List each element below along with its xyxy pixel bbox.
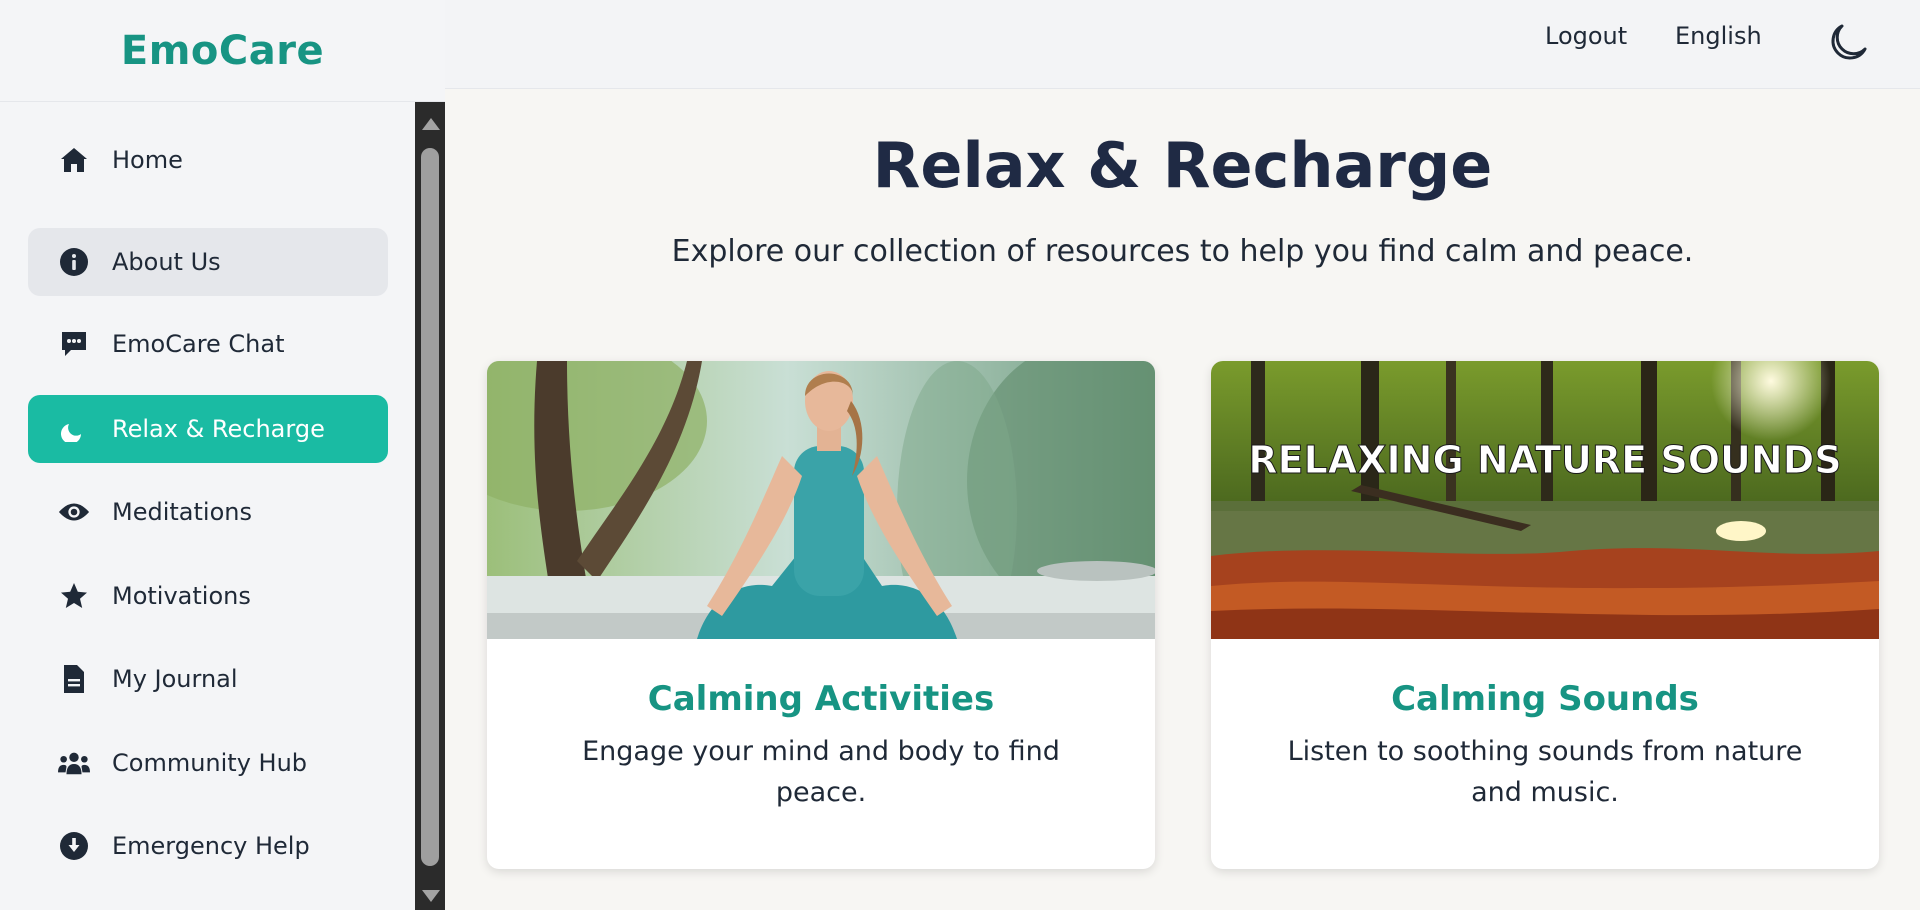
sidebar-item-label: Community Hub [112, 749, 308, 777]
sidebar-item-emergency-help[interactable]: Emergency Help [28, 812, 388, 880]
sidebar-item-community-hub[interactable]: Community Hub [28, 729, 388, 797]
logo-area: EmoCare [0, 0, 445, 102]
card-description: Listen to soothing sounds from nature an… [1287, 736, 1803, 808]
card-title: Calming Activities [647, 679, 995, 719]
sidebar-item-label: My Journal [112, 665, 238, 693]
sidebar-item-my-journal[interactable]: My Journal [28, 645, 388, 713]
moon-icon[interactable] [1825, 20, 1871, 66]
page-title: Relax & Recharge [872, 129, 1493, 202]
info-icon [58, 246, 90, 278]
card-description: Engage your mind and body to find peace. [582, 736, 1060, 808]
moon-small-icon [58, 413, 90, 445]
sidebar-item-emocare-chat[interactable]: EmoCare Chat [28, 310, 388, 378]
chat-icon [58, 328, 90, 360]
journal-icon [58, 663, 90, 695]
language-selector[interactable]: English [1675, 22, 1762, 50]
card-calming-sounds[interactable]: RELAXING NATURE SOUNDS Calming Sounds Li… [1211, 361, 1879, 869]
sidebar-item-home[interactable]: Home [28, 126, 388, 194]
nature-sounds-image: RELAXING NATURE SOUNDS [1211, 361, 1879, 639]
woman-meditating-image [487, 361, 1155, 639]
main-content: Relax & Recharge Explore our collection … [445, 89, 1920, 910]
scrollbar-thumb[interactable] [421, 148, 439, 866]
sidebar-item-label: Emergency Help [112, 832, 310, 860]
page-subtitle: Explore our collection of resources to h… [671, 234, 1694, 269]
scroll-up-arrow-icon[interactable] [422, 118, 440, 130]
users-icon [58, 747, 90, 779]
sidebar-item-relax-recharge[interactable]: Relax & Recharge [28, 395, 388, 463]
sidebar-item-label: Meditations [112, 498, 252, 526]
sidebar-scrollbar[interactable] [415, 102, 445, 910]
image-overlay-text: RELAXING NATURE SOUNDS [1248, 438, 1841, 482]
sidebar-item-label: About Us [112, 248, 221, 276]
logout-link[interactable]: Logout [1545, 22, 1627, 50]
sidebar-item-label: Relax & Recharge [112, 415, 325, 443]
sidebar-item-about-us[interactable]: About Us [28, 228, 388, 296]
eye-icon [58, 496, 90, 528]
scroll-down-arrow-icon[interactable] [422, 890, 440, 902]
sidebar-item-label: EmoCare Chat [112, 330, 285, 358]
sidebar-nav: Home About Us EmoCare Chat Relax & Recha… [0, 102, 415, 910]
card-calming-activities[interactable]: Calming Activities Engage your mind and … [487, 361, 1155, 869]
card-title: Calming Sounds [1391, 679, 1699, 719]
arrow-down-circle-icon [58, 830, 90, 862]
sidebar-item-meditations[interactable]: Meditations [28, 478, 388, 546]
sidebar-item-motivations[interactable]: Motivations [28, 562, 388, 630]
app-logo[interactable]: EmoCare [121, 28, 324, 74]
star-icon [58, 580, 90, 612]
sidebar: EmoCare Home About Us EmoCare Chat Relax… [0, 0, 445, 910]
home-icon [58, 144, 90, 176]
sidebar-item-label: Home [112, 146, 183, 174]
top-bar: Logout English [445, 0, 1920, 89]
sidebar-item-label: Motivations [112, 582, 251, 610]
